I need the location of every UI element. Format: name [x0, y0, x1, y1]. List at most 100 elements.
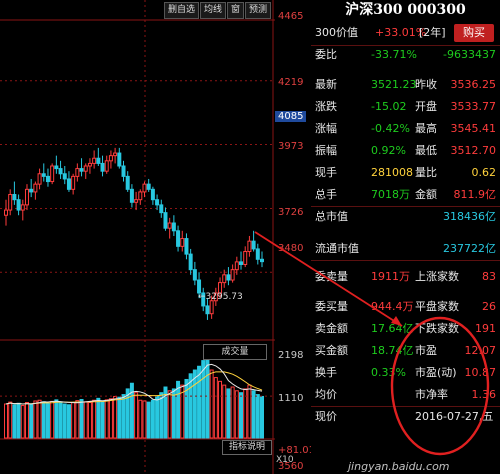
volume-bar	[104, 399, 109, 439]
volume-bar	[255, 394, 260, 439]
quote-value: 26	[482, 300, 496, 313]
quote-value: 0.62	[471, 166, 497, 179]
quote-label: 均价	[315, 388, 337, 401]
volume-bar	[192, 369, 197, 439]
volume-bar	[222, 384, 227, 439]
quote-value: 0.33%	[371, 366, 406, 379]
candle-body	[83, 165, 88, 172]
candle-body	[155, 199, 160, 206]
candle-body	[50, 165, 55, 183]
quote-value: 191	[475, 322, 496, 335]
quote-value: 3521.23	[371, 78, 417, 91]
watermark: jingyan.baidu.com	[348, 460, 450, 473]
candle-body	[247, 240, 252, 253]
candle-body	[209, 300, 214, 315]
quote-value: 10.87	[464, 366, 497, 379]
quote-label: 换手	[315, 366, 337, 379]
window-button[interactable]: 窗	[227, 2, 245, 19]
forecast-button[interactable]: 预测	[245, 2, 272, 19]
volume-selector-button[interactable]: 成交量	[203, 344, 267, 360]
quote-row: 均价 市净率 1.36	[311, 385, 500, 405]
candle-body	[230, 269, 235, 281]
quote-row: 买金额 18.74亿 市盈 12.07	[311, 341, 500, 361]
volume-bar	[4, 403, 8, 439]
volume-bar	[41, 401, 46, 439]
volume-bar	[121, 394, 126, 439]
kline-svg	[0, 0, 275, 474]
indicator-help-button[interactable]: 指标说明	[222, 440, 272, 455]
moving-average-button[interactable]: 均线	[200, 2, 227, 19]
quote-panel: 沪深300 000300 300价值 +33.01% [2年] 购买 委比 -33…	[311, 0, 500, 474]
buy-button[interactable]: 购买	[454, 24, 494, 42]
volume-bar	[66, 404, 71, 439]
candle-body	[12, 194, 17, 201]
volume-bar	[92, 399, 97, 439]
quote-label: 上涨家数	[415, 270, 459, 283]
quote-label: 市净率	[415, 388, 448, 401]
candle-body	[176, 230, 181, 247]
candle-body	[29, 188, 34, 193]
kline-chart[interactable]: 删自选 均线 窗 预测 ←3295.73 成交量 指标说明	[0, 0, 275, 474]
iopv-tag: [2年]	[419, 26, 446, 39]
quote-row: 委卖量 1911万 上涨家数 83	[311, 267, 500, 287]
quote-row: 换手 0.33% 市盈(动) 10.87	[311, 363, 500, 383]
candle-body	[150, 188, 155, 201]
quote-value: -33.71%	[371, 48, 417, 61]
quote-row: 总市值 318436亿	[311, 207, 500, 227]
candle-body	[58, 168, 63, 175]
quote-label: 平盘家数	[415, 300, 459, 313]
price-tick: 3726	[278, 207, 304, 218]
quote-value: -9633437	[443, 48, 496, 61]
price-tick: 4219	[278, 77, 304, 88]
volume-bar	[138, 399, 143, 439]
volume-bar	[117, 396, 122, 439]
volume-bar	[230, 386, 235, 439]
quote-row: 总手 7018万 金额 811.9亿	[311, 185, 500, 205]
candle-body	[62, 173, 67, 180]
quote-row: 最新 3521.23 昨收 3536.25	[311, 75, 500, 95]
candle-body	[104, 160, 109, 172]
quote-label: 下跌家数	[415, 322, 459, 335]
candle-body	[260, 258, 264, 263]
candle-body	[24, 188, 29, 206]
volume-bar	[29, 403, 34, 439]
volume-bar	[171, 388, 176, 439]
candle-body	[171, 222, 176, 232]
candle-body	[117, 152, 122, 167]
quote-value: 3533.77	[450, 100, 497, 113]
candle-body	[113, 152, 118, 157]
volume-bar	[251, 390, 256, 439]
price-tick: 4465	[278, 11, 304, 22]
volume-bar	[234, 390, 239, 439]
volume-bar	[142, 400, 147, 439]
price-axis: 4465 4219 4085 3973 3726 3480 2198 1110 …	[275, 0, 315, 474]
volume-bar	[260, 395, 264, 439]
quote-value: 944.4万	[371, 300, 414, 313]
candle-body	[251, 240, 256, 250]
quote-value: -15.02	[371, 100, 407, 113]
quote-value: 3536.25	[450, 78, 497, 91]
volume-bar	[96, 397, 101, 439]
quote-value: 281008	[371, 166, 413, 179]
volume-bar	[79, 398, 84, 439]
volume-bar	[45, 402, 50, 439]
volume-bar	[20, 405, 25, 439]
volume-bar	[33, 400, 38, 439]
quote-row: 现价 2016-07-27,五	[311, 407, 500, 427]
quote-label: 开盘	[415, 100, 437, 113]
volume-tick: 1110	[278, 393, 304, 404]
volume-bar	[71, 402, 76, 439]
volume-bar	[188, 373, 193, 439]
quote-value: 12.07	[464, 344, 497, 357]
candle-body	[129, 188, 134, 203]
divider	[311, 260, 500, 261]
candle-body	[108, 155, 113, 162]
volume-bar	[87, 402, 92, 439]
volume-tick: 2198	[278, 350, 304, 361]
quote-label: 委比	[315, 48, 337, 61]
iopv-label: 300价值	[315, 26, 358, 39]
delete-watchlist-button[interactable]: 删自选	[164, 2, 200, 19]
quote-label: 振幅	[315, 144, 337, 157]
volume-bar	[213, 377, 218, 439]
quote-value: 3545.41	[450, 122, 497, 135]
